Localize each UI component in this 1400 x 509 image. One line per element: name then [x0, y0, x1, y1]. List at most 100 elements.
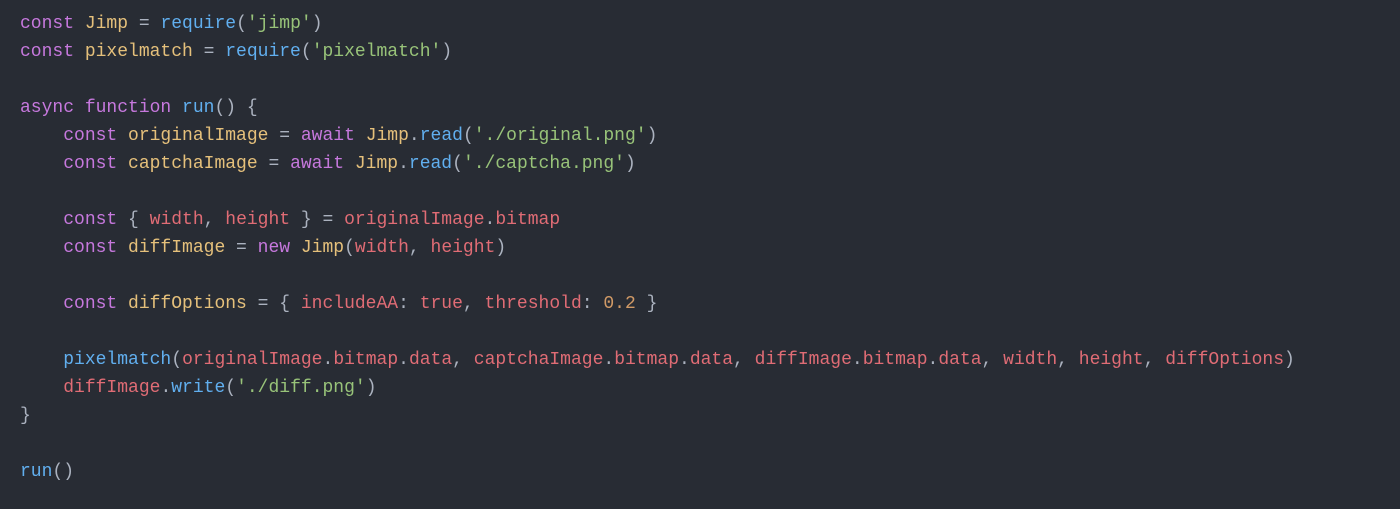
- code-token: const: [63, 154, 128, 174]
- code-token: ,: [463, 294, 485, 314]
- code-token: height: [431, 238, 496, 258]
- code-token: [20, 126, 63, 146]
- code-token: (): [52, 462, 74, 482]
- code-token: const: [63, 238, 128, 258]
- code-line: const { width, height } = originalImage.…: [20, 210, 560, 230]
- code-token: data: [938, 350, 981, 370]
- code-token: .: [679, 350, 690, 370]
- code-token: bitmap: [863, 350, 928, 370]
- code-token: =: [268, 126, 300, 146]
- code-token: :: [582, 294, 604, 314]
- code-token: await: [301, 126, 366, 146]
- code-token: diffOptions: [1165, 350, 1284, 370]
- code-line: const Jimp = require('jimp'): [20, 14, 323, 34]
- code-token: await: [290, 154, 355, 174]
- code-token: write: [171, 378, 225, 398]
- code-token: require: [225, 42, 301, 62]
- code-token: read: [420, 126, 463, 146]
- code-token: =: [128, 14, 160, 34]
- code-token: data: [690, 350, 733, 370]
- code-block: const Jimp = require('jimp') const pixel…: [0, 0, 1400, 496]
- code-token: './diff.png': [236, 378, 366, 398]
- code-line: run(): [20, 462, 74, 482]
- code-token: ,: [982, 350, 1004, 370]
- code-token: [20, 154, 63, 174]
- code-token: ): [312, 14, 323, 34]
- code-token: (: [301, 42, 312, 62]
- code-token: [20, 238, 63, 258]
- code-token: (: [344, 238, 355, 258]
- code-token: run: [20, 462, 52, 482]
- code-token: (: [452, 154, 463, 174]
- code-token: new: [258, 238, 301, 258]
- code-token: captchaImage: [128, 154, 258, 174]
- code-token: async: [20, 98, 85, 118]
- code-token: .: [160, 378, 171, 398]
- code-token: .: [928, 350, 939, 370]
- code-token: diffImage: [755, 350, 852, 370]
- code-token: ,: [733, 350, 755, 370]
- code-token: data: [409, 350, 452, 370]
- code-token: originalImage: [344, 210, 484, 230]
- code-token: {: [128, 210, 150, 230]
- code-token: ,: [1144, 350, 1166, 370]
- code-token: ): [366, 378, 377, 398]
- code-line: const pixelmatch = require('pixelmatch'): [20, 42, 452, 62]
- code-token: pixelmatch: [85, 42, 193, 62]
- code-token: bitmap: [614, 350, 679, 370]
- code-line: const originalImage = await Jimp.read('.…: [20, 126, 657, 146]
- code-token: diffImage: [128, 238, 225, 258]
- code-token: run: [182, 98, 214, 118]
- code-token: .: [323, 350, 334, 370]
- code-line: const diffImage = new Jimp(width, height…: [20, 238, 506, 258]
- code-token: ,: [452, 350, 474, 370]
- code-token: ): [1284, 350, 1295, 370]
- code-token: .: [398, 154, 409, 174]
- code-token: .: [409, 126, 420, 146]
- code-token: Jimp: [366, 126, 409, 146]
- code-token: }: [20, 406, 31, 426]
- code-line: diffImage.write('./diff.png'): [20, 378, 377, 398]
- code-token: height: [225, 210, 290, 230]
- code-token: } =: [290, 210, 344, 230]
- code-token: const: [63, 126, 128, 146]
- code-token: const: [63, 210, 128, 230]
- code-line: async function run() {: [20, 98, 258, 118]
- code-token: [20, 294, 63, 314]
- code-token: ,: [204, 210, 226, 230]
- code-token: (: [463, 126, 474, 146]
- code-token: 0.2: [603, 294, 635, 314]
- code-token: ): [625, 154, 636, 174]
- code-token: =: [193, 42, 225, 62]
- code-token: width: [355, 238, 409, 258]
- code-token: diffImage: [63, 378, 160, 398]
- code-token: width: [150, 210, 204, 230]
- code-token: =: [258, 154, 290, 174]
- code-token: Jimp: [355, 154, 398, 174]
- code-token: bitmap: [495, 210, 560, 230]
- code-token: [20, 378, 63, 398]
- code-token: bitmap: [333, 350, 398, 370]
- code-token: = {: [247, 294, 301, 314]
- code-token: (: [225, 378, 236, 398]
- code-token: ): [647, 126, 658, 146]
- code-token: function: [85, 98, 182, 118]
- code-token: pixelmatch: [63, 350, 171, 370]
- code-token: const: [63, 294, 128, 314]
- code-token: ,: [409, 238, 431, 258]
- code-token: =: [225, 238, 257, 258]
- code-token: height: [1079, 350, 1144, 370]
- code-token: width: [1003, 350, 1057, 370]
- code-content: const Jimp = require('jimp') const pixel…: [20, 14, 1295, 482]
- code-token: originalImage: [182, 350, 322, 370]
- code-token: :: [398, 294, 420, 314]
- code-token: require: [160, 14, 236, 34]
- code-token: captchaImage: [474, 350, 604, 370]
- code-token: .: [485, 210, 496, 230]
- code-token: ): [441, 42, 452, 62]
- code-token: .: [852, 350, 863, 370]
- code-token: includeAA: [301, 294, 398, 314]
- code-token: .: [603, 350, 614, 370]
- code-token: originalImage: [128, 126, 268, 146]
- code-token: true: [420, 294, 463, 314]
